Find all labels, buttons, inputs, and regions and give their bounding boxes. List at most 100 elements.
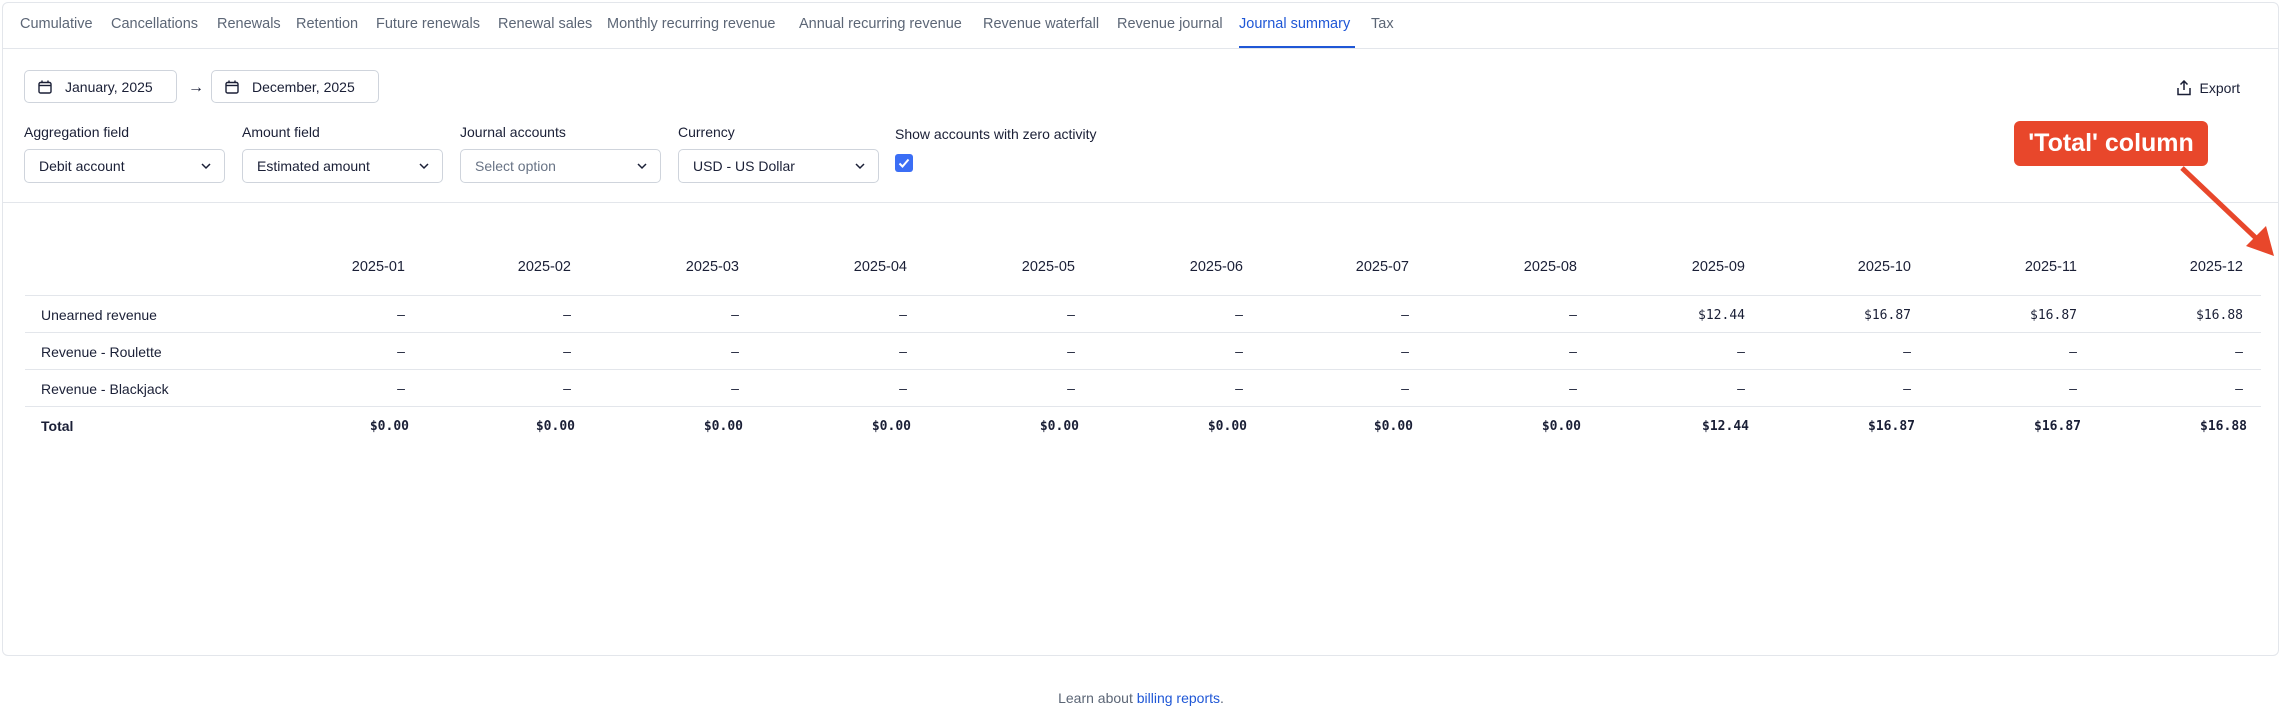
active-tab-indicator — [1239, 46, 1355, 48]
start-date-label: January, 2025 — [65, 79, 153, 95]
journal-accounts-select[interactable]: Select option — [460, 149, 661, 183]
report-panel: Cumulative Cancellations Renewals Retent… — [2, 2, 2279, 656]
table-cell: – — [563, 345, 571, 360]
table-cell: – — [1903, 382, 1911, 397]
table-cell: – — [899, 382, 907, 397]
end-date-label: December, 2025 — [252, 79, 355, 95]
table-cell: – — [1569, 308, 1577, 323]
column-header: 2025-11 — [2024, 259, 2077, 275]
tab-tax[interactable]: Tax — [1371, 16, 1394, 32]
table-cell: $16.87 — [2030, 308, 2077, 323]
currency-select[interactable]: USD - US Dollar — [678, 149, 879, 183]
total-cell: $0.00 — [369, 419, 409, 434]
column-header: 2025-02 — [517, 259, 571, 275]
total-label: Total — [41, 418, 74, 434]
column-header: 2025-09 — [1691, 259, 1745, 275]
table-cell: $16.88 — [2196, 308, 2243, 323]
total-cell: $0.00 — [871, 419, 911, 434]
export-button[interactable]: Export — [2176, 80, 2240, 96]
table-cell: – — [397, 308, 405, 323]
header-divider — [25, 295, 2261, 296]
amount-field-select[interactable]: Estimated amount — [242, 149, 443, 183]
total-cell: $0.00 — [1373, 419, 1413, 434]
journal-accounts-placeholder: Select option — [475, 158, 556, 174]
column-header: 2025-12 — [2189, 259, 2243, 275]
tab-cancellations[interactable]: Cancellations — [111, 16, 198, 32]
calendar-icon — [225, 80, 239, 94]
table-cell: – — [1737, 382, 1745, 397]
tab-revenue-waterfall[interactable]: Revenue waterfall — [983, 16, 1099, 32]
table-cell: – — [1401, 308, 1409, 323]
total-cell: $16.88 — [2200, 419, 2247, 434]
tab-revenue-journal[interactable]: Revenue journal — [1117, 16, 1223, 32]
row-label: Revenue - Blackjack — [41, 381, 169, 397]
row-divider — [25, 406, 2261, 407]
calendar-icon — [38, 80, 52, 94]
table-cell: – — [899, 345, 907, 360]
aggregation-field-value: Debit account — [39, 158, 125, 174]
table-cell: – — [1737, 345, 1745, 360]
footer-prefix: Learn about — [1058, 690, 1137, 706]
column-header: 2025-03 — [685, 259, 739, 275]
table-cell: – — [2069, 382, 2077, 397]
total-cell: $0.00 — [1207, 419, 1247, 434]
journal-accounts-label: Journal accounts — [460, 124, 566, 140]
column-header: 2025-10 — [1857, 259, 1911, 275]
table-cell: – — [1401, 382, 1409, 397]
table-cell: – — [1067, 308, 1075, 323]
currency-value: USD - US Dollar — [693, 158, 795, 174]
total-cell: $0.00 — [535, 419, 575, 434]
column-header: 2025-04 — [853, 259, 907, 275]
table-cell: – — [2235, 345, 2243, 360]
table-cell: – — [899, 308, 907, 323]
end-date-button[interactable]: December, 2025 — [211, 70, 379, 103]
row-divider — [25, 369, 2261, 370]
row-label: Unearned revenue — [41, 307, 157, 323]
aggregation-field-select[interactable]: Debit account — [24, 149, 225, 183]
chevron-down-icon — [201, 163, 211, 170]
tab-renewal-sales[interactable]: Renewal sales — [498, 16, 592, 32]
amount-field-value: Estimated amount — [257, 158, 370, 174]
column-header: 2025-05 — [1021, 259, 1075, 275]
table-cell: – — [1569, 345, 1577, 360]
table-cell: – — [1235, 308, 1243, 323]
column-header: 2025-06 — [1189, 259, 1243, 275]
row-divider — [25, 332, 2261, 333]
table-cell: – — [397, 382, 405, 397]
tab-retention[interactable]: Retention — [296, 16, 358, 32]
chevron-down-icon — [419, 163, 429, 170]
aggregation-field-label: Aggregation field — [24, 124, 130, 140]
tab-future-renewals[interactable]: Future renewals — [376, 16, 480, 32]
billing-reports-link[interactable]: billing reports — [1137, 690, 1220, 706]
table-cell: – — [1903, 345, 1911, 360]
amount-field-label: Amount field — [242, 124, 320, 140]
chevron-down-icon — [637, 163, 647, 170]
table-cell: – — [563, 382, 571, 397]
table-cell: – — [731, 308, 739, 323]
table-cell: – — [563, 308, 571, 323]
callout-arrow-icon — [2180, 166, 2274, 256]
tab-renewals[interactable]: Renewals — [217, 16, 281, 32]
table-cell: – — [1235, 382, 1243, 397]
column-header: 2025-07 — [1355, 259, 1409, 275]
table-cell: – — [2235, 382, 2243, 397]
date-range-arrow: → — [188, 79, 204, 96]
total-cell: $0.00 — [703, 419, 743, 434]
zero-activity-checkbox[interactable] — [895, 154, 913, 172]
start-date-button[interactable]: January, 2025 — [24, 70, 177, 103]
total-cell: $12.44 — [1702, 419, 1749, 434]
tab-journal-summary[interactable]: Journal summary — [1239, 16, 1350, 32]
table-cell: – — [397, 345, 405, 360]
table-cell: $16.87 — [1864, 308, 1911, 323]
tab-annual-recurring-revenue[interactable]: Annual recurring revenue — [799, 16, 962, 32]
chevron-down-icon — [855, 163, 865, 170]
export-label: Export — [2199, 80, 2240, 96]
tab-cumulative[interactable]: Cumulative — [20, 16, 93, 32]
checkmark-icon — [898, 158, 910, 168]
footer-suffix: . — [1220, 690, 1224, 706]
currency-label: Currency — [678, 124, 735, 140]
table-cell: – — [731, 382, 739, 397]
table-cell: – — [1067, 345, 1075, 360]
column-header: 2025-08 — [1523, 259, 1577, 275]
tab-monthly-recurring-revenue[interactable]: Monthly recurring revenue — [607, 16, 775, 32]
